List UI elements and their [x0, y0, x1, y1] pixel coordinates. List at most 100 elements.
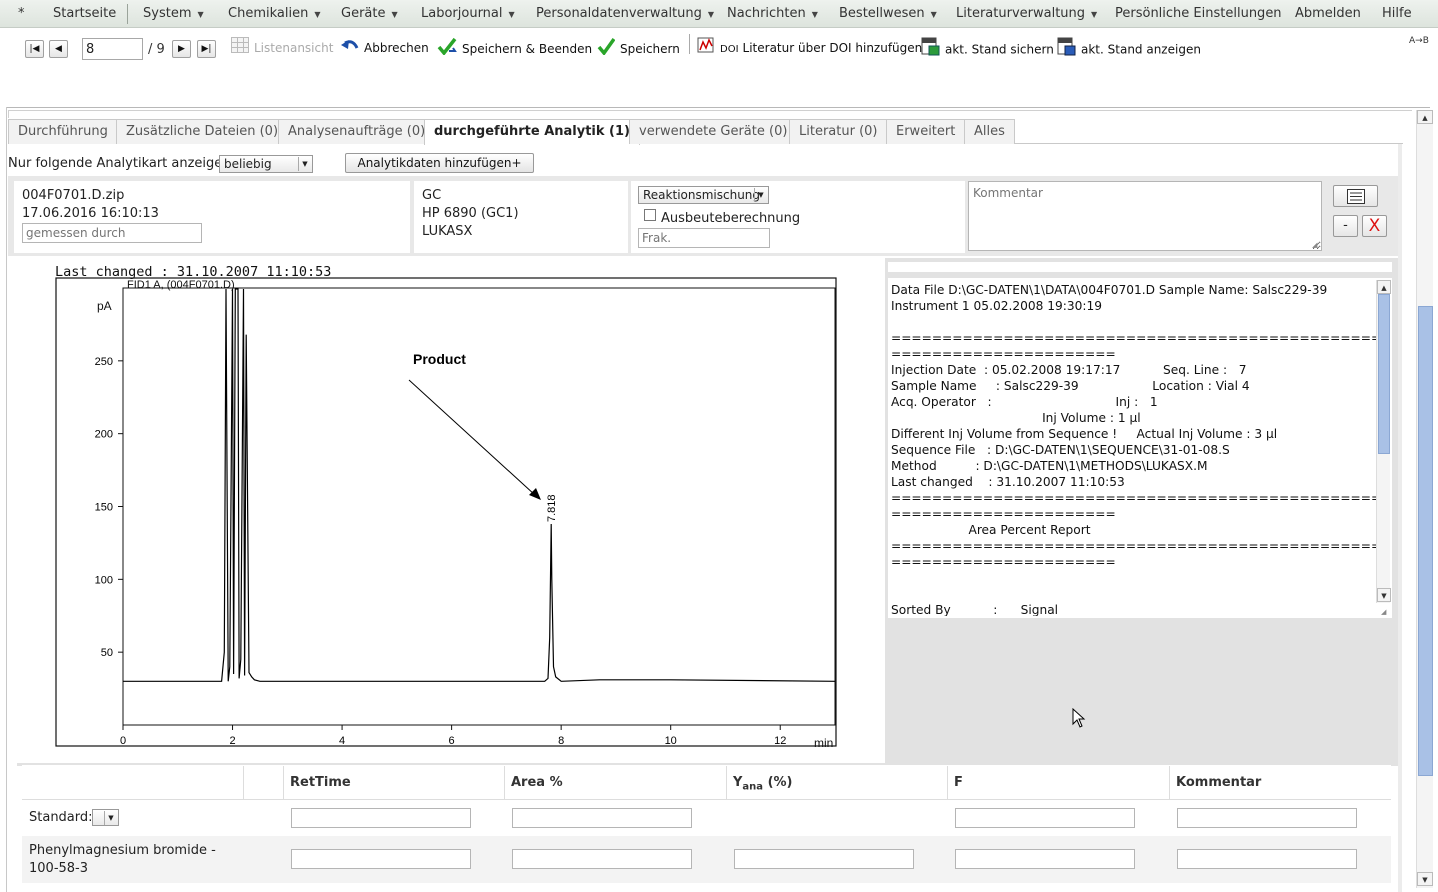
scroll-down-icon[interactable]: ▼: [1377, 588, 1391, 602]
compound-rettime-input[interactable]: [291, 849, 471, 869]
tab-analysenauftraege[interactable]: Analysenaufträge (0): [278, 119, 436, 144]
standard-rettime-input[interactable]: [291, 808, 471, 828]
standard-select[interactable]: ▼: [92, 809, 119, 826]
chevron-down-icon: ▼: [1091, 10, 1098, 19]
tab-durchgefuehrte-analytik[interactable]: durchgeführte Analytik (1): [424, 119, 640, 145]
menu-personaldatenverwaltung[interactable]: Personaldatenverwaltung ▼: [536, 0, 714, 28]
menu-chemikalien[interactable]: Chemikalien ▼: [228, 0, 320, 28]
analytics-type-select[interactable]: beliebig ▼: [219, 155, 313, 173]
menu-persoenliche-einstellungen[interactable]: Persönliche Einstellungen: [1115, 0, 1282, 28]
menu-geraete[interactable]: Geräte ▼: [341, 0, 398, 28]
first-record-button[interactable]: |◀: [25, 40, 44, 58]
sample-type-select[interactable]: Reaktionsmischung ▼: [638, 186, 769, 204]
menu-startseite[interactable]: Startseite: [53, 0, 116, 28]
collapse-button[interactable]: -: [1333, 215, 1358, 237]
analysis-type: GC: [422, 188, 442, 203]
main-menu-bar: * Startseite System ▼ Chemikalien ▼ Geräte…: [0, 0, 1438, 28]
report-scroll-thumb[interactable]: [1378, 294, 1390, 454]
report-text-box[interactable]: Data File D:\GC-DATEN\1\DATA\004F0701.D …: [888, 278, 1392, 618]
y-tick-label: 100: [95, 574, 113, 586]
report-line: ========================================…: [891, 331, 1376, 345]
report-text: Data File D:\GC-DATEN\1\DATA\004F0701.D …: [891, 282, 1376, 616]
tab-alles[interactable]: Alles: [964, 119, 1015, 144]
file-datetime: 17.06.2016 16:10:13: [22, 206, 159, 221]
chevron-down-icon: ▼: [754, 188, 767, 202]
comment-textarea[interactable]: [968, 181, 1322, 251]
tab-literatur[interactable]: Literatur (0): [789, 119, 888, 144]
menu-bestellwesen[interactable]: Bestellwesen ▼: [839, 0, 937, 28]
next-icon: ▶: [178, 44, 185, 54]
table-header-kommentar: Kommentar: [1176, 775, 1262, 790]
resize-handle-icon[interactable]: ◢: [1381, 608, 1389, 616]
report-line: ========================================…: [891, 539, 1376, 553]
yield-calculation-label: Ausbeuteberechnung: [661, 211, 801, 226]
save-snapshot-button[interactable]: akt. Stand sichern: [921, 37, 1054, 59]
standard-area-input[interactable]: [512, 808, 692, 828]
table-header-yana: Yana (%): [727, 766, 948, 800]
chromatogram-signal-label: FID1 A, (004F0701.D): [127, 279, 235, 291]
menu-nachrichten[interactable]: Nachrichten ▼: [727, 0, 818, 28]
chromatogram-image: Last changed : 31.10.2007 11:10:53 FID1 …: [17, 258, 885, 763]
standard-f-input[interactable]: [955, 808, 1135, 828]
tab-erweitert[interactable]: Erweitert: [886, 119, 966, 144]
product-arrow: [408, 379, 536, 496]
previous-record-button[interactable]: ◀: [49, 40, 68, 58]
table-grid-icon: [231, 37, 249, 60]
compound-yana-input[interactable]: [734, 849, 914, 869]
compound-area-input[interactable]: [512, 849, 692, 869]
menu-laborjournal[interactable]: Laborjournal ▼: [421, 0, 515, 28]
menu-star[interactable]: *: [18, 0, 25, 28]
add-literature-doi-button[interactable]: DOI Literatur über DOI hinzufügen: [697, 37, 922, 59]
pdf-view-icon: [1057, 37, 1076, 63]
report-line: Injection Date : 05.02.2008 19:17:17 Seq…: [891, 363, 1247, 377]
page-scroll-thumb[interactable]: [1418, 306, 1433, 776]
compound-comment-input[interactable]: [1177, 849, 1357, 869]
cancel-button[interactable]: Abbrechen: [341, 37, 429, 59]
next-record-button[interactable]: ▶: [172, 40, 191, 58]
frame-border: [6, 107, 7, 892]
mouse-cursor-icon: [1072, 707, 1086, 732]
file-name[interactable]: 004F0701.D.zip: [22, 188, 124, 203]
report-line: Sequence File : D:\GC-DATEN\1\SEQUENCE\3…: [891, 443, 1230, 457]
report-line: Different Inj Volume from Sequence ! Act…: [891, 427, 1278, 441]
save-and-close-button[interactable]: Speichern & Beenden: [437, 37, 592, 59]
menu-literaturverwaltung[interactable]: Literaturverwaltung ▼: [956, 0, 1097, 28]
menu-system[interactable]: System ▼: [143, 0, 204, 28]
menu-abmelden[interactable]: Abmelden: [1295, 0, 1361, 28]
measured-by-input[interactable]: [22, 223, 202, 243]
open-report-button[interactable]: [1333, 185, 1378, 207]
page-scrollbar[interactable]: ▲ ▼: [1416, 110, 1433, 888]
scroll-up-icon[interactable]: ▲: [1377, 280, 1391, 294]
undo-arrow-icon: [341, 38, 359, 60]
menu-hilfe[interactable]: Hilfe: [1382, 0, 1412, 28]
frame-strip: [807, 110, 1412, 118]
scroll-up-icon[interactable]: ▲: [1417, 110, 1433, 124]
report-line: Sample Name : Salsc229-39 Location : Via…: [891, 379, 1250, 393]
standard-comment-input[interactable]: [1177, 808, 1357, 828]
last-record-button[interactable]: ▶|: [197, 40, 216, 58]
record-number-input[interactable]: [82, 38, 143, 60]
y-tick-label: 150: [95, 502, 113, 514]
resize-handle-icon[interactable]: ◢: [1312, 241, 1320, 249]
frame-strip: [8, 110, 808, 118]
fraction-input[interactable]: [638, 228, 770, 248]
y-axis-unit: pA: [97, 299, 112, 313]
show-snapshot-button[interactable]: akt. Stand anzeigen: [1057, 37, 1201, 59]
tab-durchfuehrung[interactable]: Durchführung: [8, 119, 118, 144]
tab-zusaetzliche-dateien[interactable]: Zusätzliche Dateien (0): [116, 119, 289, 144]
report-line: Instrument 1 05.02.2008 19:30:19: [891, 299, 1102, 313]
x-tick-label: 10: [665, 735, 677, 747]
report-line: Data File D:\GC-DATEN\1\DATA\004F0701.D …: [891, 283, 1328, 297]
tab-verwendete-geraete[interactable]: verwendete Geräte (0): [629, 119, 798, 144]
compound-f-input[interactable]: [955, 849, 1135, 869]
scroll-down-icon[interactable]: ▼: [1417, 872, 1433, 886]
report-scrollbar[interactable]: ▲ ▼: [1376, 280, 1391, 603]
standard-label: Standard:: [29, 810, 93, 825]
report-line: ======================: [891, 507, 1116, 521]
list-view-button[interactable]: Listenansicht: [231, 37, 333, 59]
delete-analytics-button[interactable]: X: [1362, 215, 1387, 237]
save-button[interactable]: Speichern: [597, 37, 680, 59]
add-analytics-button[interactable]: Analytikdaten hinzufügen+: [345, 153, 534, 173]
yield-calculation-checkbox[interactable]: [644, 209, 656, 221]
toolbar-corner-toggle[interactable]: A→B: [1409, 36, 1429, 46]
